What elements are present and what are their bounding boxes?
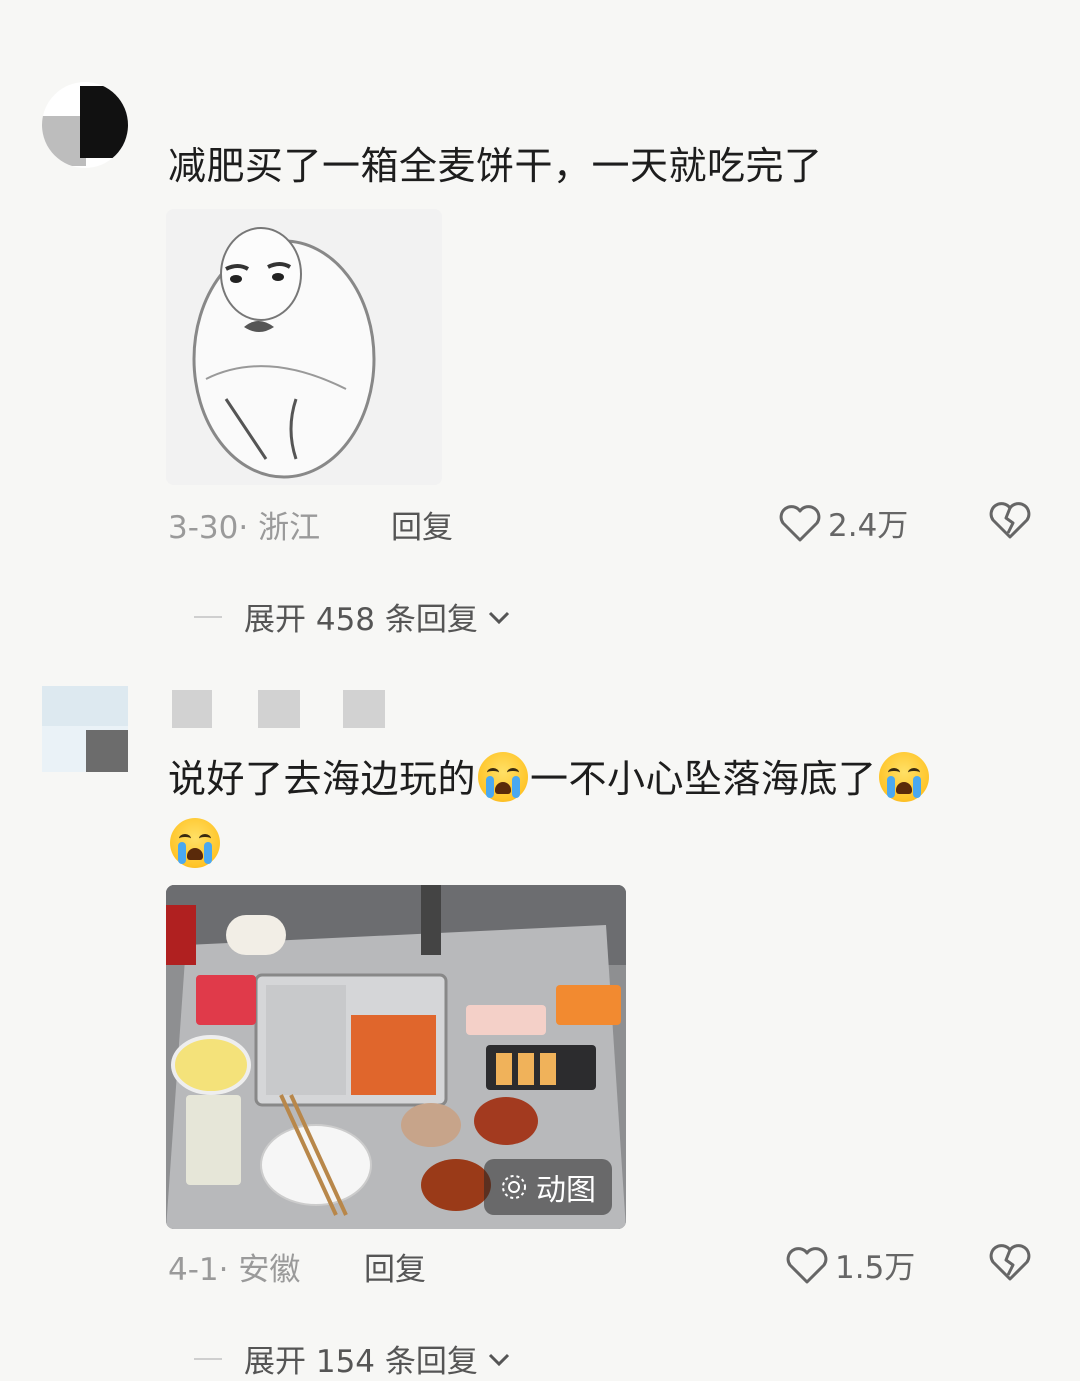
animated-badge: 动图 [484, 1159, 612, 1215]
gif-icon [502, 1175, 526, 1199]
heart-icon [779, 504, 821, 541]
expand-replies[interactable]: 展开 154 条回复 [194, 1336, 514, 1381]
reply-button[interactable]: 回复 [391, 502, 453, 547]
date-location: 3-30· 浙江 [168, 510, 321, 546]
comment-text: 说好了去海边玩的 一不小心坠落海底了 [168, 752, 931, 802]
avatar[interactable] [42, 686, 128, 772]
like-button[interactable]: 1.5万 [785, 1242, 915, 1287]
expand-label: 展开 458 条回复 [244, 602, 478, 638]
broken-heart-icon [989, 502, 1031, 539]
username-blurred [172, 690, 212, 728]
chevron-down-icon [488, 611, 509, 624]
avatar[interactable] [42, 82, 128, 168]
like-button[interactable]: 2.4万 [778, 500, 908, 545]
heart-icon [786, 1246, 828, 1283]
crying-face-icon [878, 752, 929, 802]
username-blurred [343, 690, 385, 728]
hotpot-animated-image[interactable]: 动图 [166, 885, 626, 1229]
chevron-down-icon [488, 1353, 509, 1366]
comment-text-part2: 一不小心坠落海底了 [530, 757, 877, 801]
expand-replies[interactable]: 展开 458 条回复 [194, 594, 514, 639]
date-location: 4-1· 安徽 [168, 1252, 301, 1288]
comment-text: 减肥买了一箱全麦饼干，一天就吃完了 [168, 144, 823, 188]
broken-heart-icon [989, 1244, 1031, 1281]
comment-text-part1: 说好了去海边玩的 [168, 757, 477, 801]
dislike-button[interactable] [988, 1242, 1032, 1286]
crying-face-icon [478, 752, 529, 802]
crying-face-icon [170, 818, 220, 868]
expand-label: 展开 154 条回复 [244, 1344, 478, 1380]
badge-label: 动图 [536, 1173, 596, 1208]
like-count: 2.4万 [828, 508, 909, 544]
like-count: 1.5万 [835, 1250, 916, 1286]
username-blurred [258, 690, 300, 728]
dislike-button[interactable] [988, 500, 1032, 544]
reply-button[interactable]: 回复 [364, 1244, 426, 1289]
comment-text-line2 [168, 818, 222, 868]
meme-image[interactable] [166, 209, 442, 485]
